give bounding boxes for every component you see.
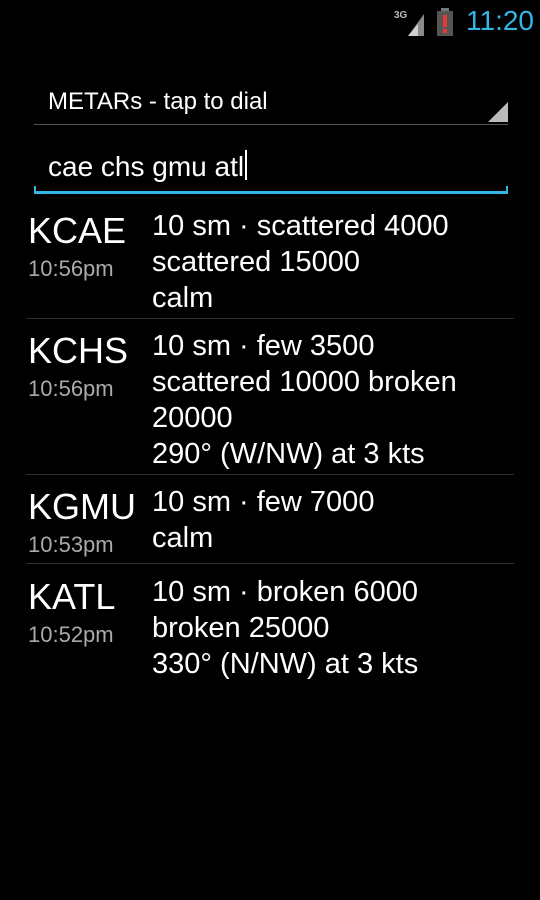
metar-row-kcae[interactable]: KCAE 10:56pm 10 sm · scattered 4000 scat…: [0, 206, 540, 318]
station-code: KCHS: [28, 330, 129, 371]
metar-line: calm: [152, 522, 214, 554]
metar-line: calm: [152, 282, 214, 314]
text-cursor: [245, 150, 248, 180]
metar-row-kgmu[interactable]: KGMU 10:53pm 10 sm · few 7000 calm: [0, 482, 540, 562]
metar-line: scattered 10000 broken: [152, 366, 457, 398]
metar-line: 10 sm · scattered 4000: [152, 210, 449, 242]
divider: [26, 563, 514, 564]
station-code: KGMU: [28, 486, 136, 527]
station-search-input[interactable]: cae chs gmu atl: [34, 140, 508, 194]
metar-row-katl[interactable]: KATL 10:52pm 10 sm · broken 6000 broken …: [0, 572, 540, 684]
divider: [26, 474, 514, 475]
signal-icon: 3G: [394, 10, 424, 36]
metar-line: 20000: [152, 402, 233, 434]
spinner-label: METARs - tap to dial: [48, 88, 268, 115]
metar-line: broken 25000: [152, 612, 330, 644]
input-underline: [34, 191, 508, 194]
clock: 11:20: [466, 5, 534, 36]
metar-line: 10 sm · few 3500: [152, 330, 375, 362]
metar-line: scattered 15000: [152, 246, 360, 278]
network-type-label: 3G: [394, 10, 408, 21]
metar-line: 330° (N/NW) at 3 kts: [152, 648, 419, 680]
report-time: 10:52pm: [28, 622, 114, 647]
station-code: KCAE: [28, 210, 127, 251]
metar-line: 10 sm · broken 6000: [152, 576, 418, 608]
search-value: cae chs gmu atl: [48, 150, 248, 183]
station-code: KATL: [28, 576, 116, 617]
metar-line: 290° (W/NW) at 3 kts: [152, 438, 425, 470]
status-bar: 3G 11:20: [0, 0, 540, 44]
report-time: 10:53pm: [28, 532, 114, 557]
report-time: 10:56pm: [28, 376, 114, 401]
report-time: 10:56pm: [28, 256, 114, 281]
metar-line: 10 sm · few 7000: [152, 486, 375, 518]
metar-row-kchs[interactable]: KCHS 10:56pm 10 sm · few 3500 scattered …: [0, 326, 540, 474]
battery-alert-icon: [437, 8, 453, 36]
divider: [26, 318, 514, 319]
metar-mode-spinner[interactable]: METARs - tap to dial: [34, 80, 508, 125]
dropdown-corner-icon: [488, 102, 508, 122]
